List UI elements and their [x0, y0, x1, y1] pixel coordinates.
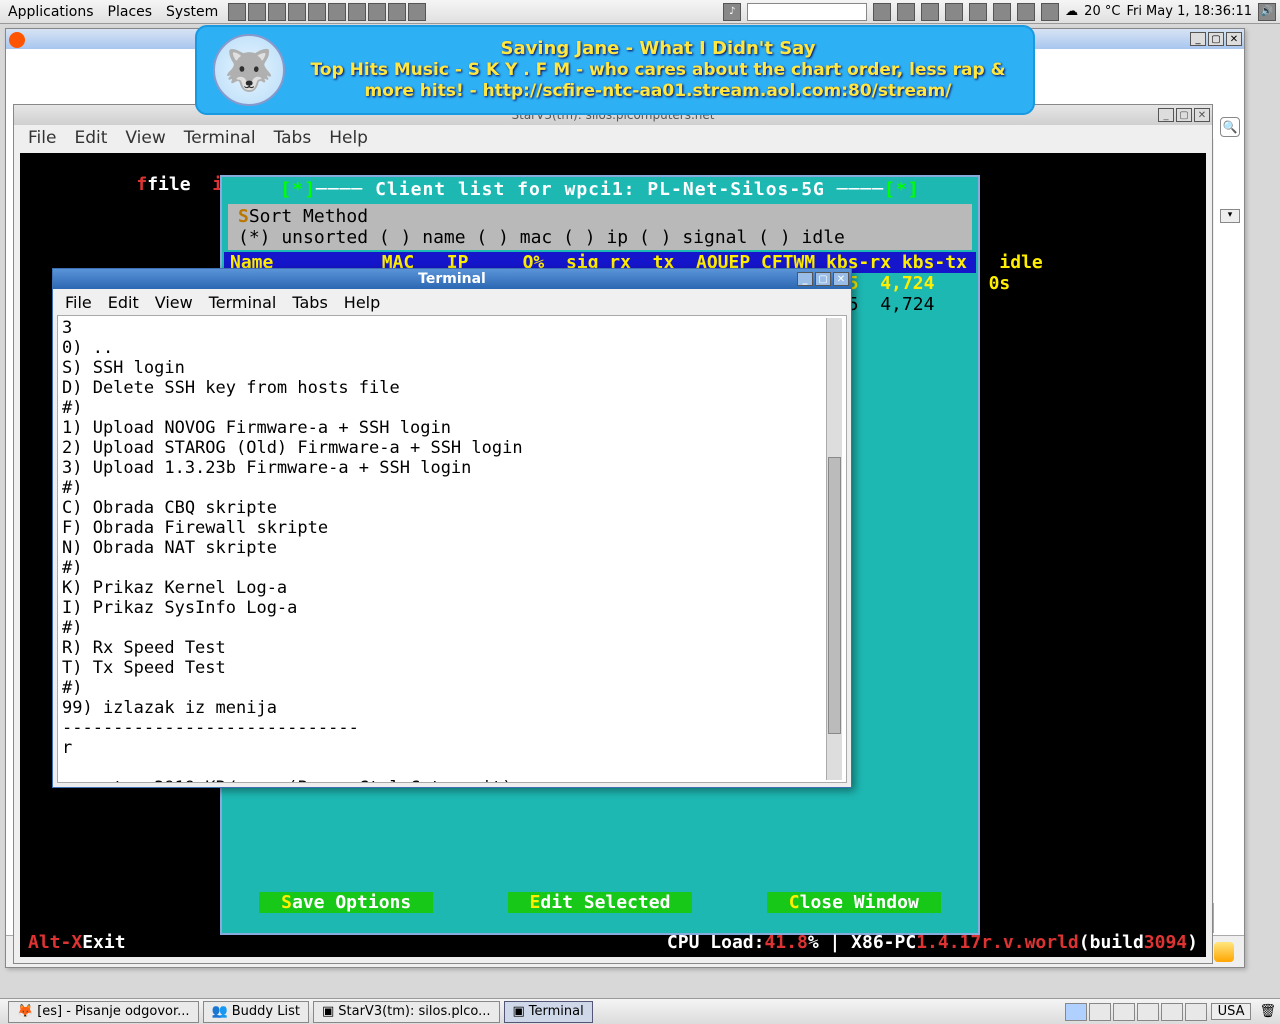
- launcher-icon[interactable]: [288, 3, 306, 21]
- firefox-icon: [9, 32, 25, 48]
- music-notification: 🐺 Saving Jane - What I Didn't Say Top Hi…: [195, 25, 1035, 115]
- scrollbar-thumb[interactable]: [828, 457, 841, 734]
- workspace[interactable]: [1161, 1003, 1183, 1021]
- menu-view[interactable]: View: [155, 293, 193, 312]
- top-panel: Applications Places System ♪ ☁20 °C Fri …: [0, 0, 1280, 24]
- bottom-panel: 🦊[es] - Pisanje odgovor... 👥Buddy List ▣…: [0, 998, 1280, 1024]
- launcher-icon[interactable]: [388, 3, 406, 21]
- tray-icon[interactable]: [897, 3, 915, 21]
- temperature: 20 °C: [1084, 4, 1120, 19]
- launcher-icon[interactable]: [248, 3, 266, 21]
- launcher-icon[interactable]: [308, 3, 326, 21]
- workspace[interactable]: [1065, 1003, 1087, 1021]
- clock[interactable]: Fri May 1, 18:36:11: [1126, 4, 1252, 19]
- workspace[interactable]: [1185, 1003, 1207, 1021]
- minimize-button[interactable]: _: [1158, 108, 1174, 122]
- terminal-body[interactable]: 3 0) .. S) SSH login D) Delete SSH key f…: [57, 315, 847, 783]
- tray-icon[interactable]: [921, 3, 939, 21]
- tray-icon[interactable]: ♪: [723, 3, 741, 21]
- menu-view[interactable]: View: [125, 128, 165, 148]
- places-menu[interactable]: Places: [104, 4, 157, 20]
- menu-file[interactable]: File: [65, 293, 92, 312]
- terminal-title: Terminal: [418, 271, 486, 287]
- menu-terminal[interactable]: Terminal: [184, 128, 256, 148]
- trash-icon[interactable]: 🗑: [1259, 1004, 1276, 1019]
- menu-tabs[interactable]: Tabs: [274, 128, 312, 148]
- sort-method-box[interactable]: SSort Method (*) unsorted ( ) name ( ) m…: [228, 204, 972, 250]
- maximize-button[interactable]: ▢: [1176, 108, 1192, 122]
- tray-icon[interactable]: [945, 3, 963, 21]
- tray-icon[interactable]: [1017, 3, 1035, 21]
- zoom-icon[interactable]: 🔍: [1220, 117, 1240, 137]
- launcher-icon[interactable]: [368, 3, 386, 21]
- menu-edit[interactable]: Edit: [108, 293, 139, 312]
- menu-tabs[interactable]: Tabs: [292, 293, 327, 312]
- menu-file[interactable]: File: [28, 128, 56, 148]
- launcher-icon[interactable]: [408, 3, 426, 21]
- task-starv3[interactable]: ▣StarV3(tm): silos.plco...: [313, 1001, 500, 1023]
- launcher-icon[interactable]: [228, 3, 246, 21]
- terminal-output: 3 0) .. S) SSH login D) Delete SSH key f…: [62, 318, 523, 780]
- weather-icon[interactable]: [1214, 942, 1234, 962]
- client-list-title: Client list for wpci1: PL-Net-Silos-5G: [375, 179, 825, 200]
- task-firefox[interactable]: 🦊[es] - Pisanje odgovor...: [8, 1001, 199, 1023]
- system-menu[interactable]: System: [162, 4, 222, 20]
- workspace[interactable]: [1137, 1003, 1159, 1021]
- song-station: Top Hits Music - S K Y . F M - who cares…: [299, 60, 1017, 103]
- volume-icon[interactable]: 🔊: [1258, 3, 1276, 21]
- task-buddylist[interactable]: 👥Buddy List: [203, 1001, 309, 1023]
- tray-icon[interactable]: [969, 3, 987, 21]
- edit-selected-button[interactable]: Edit Selected: [508, 892, 693, 913]
- tray-icon[interactable]: [993, 3, 1011, 21]
- starv3-app-menu: File Edit View Terminal Tabs Help: [14, 125, 1212, 151]
- scrollbar[interactable]: [826, 318, 842, 780]
- minimize-button[interactable]: _: [1190, 32, 1206, 46]
- close-window-button[interactable]: Close Window: [767, 892, 941, 913]
- starv3-status: Alt-X Exit CPU Load: 41.8% | X86-PC 1.4.…: [28, 932, 1198, 953]
- launcher-icon[interactable]: [268, 3, 286, 21]
- amarok-icon: 🐺: [213, 34, 285, 106]
- terminal-titlebar[interactable]: Terminal _ ▢ ✕: [53, 269, 851, 289]
- menu-help[interactable]: Help: [329, 128, 368, 148]
- deskbar-search[interactable]: [747, 3, 867, 21]
- close-button[interactable]: ✕: [833, 272, 849, 286]
- song-title: Saving Jane - What I Didn't Say: [299, 38, 1017, 61]
- maximize-button[interactable]: ▢: [815, 272, 831, 286]
- menu-terminal[interactable]: Terminal: [209, 293, 277, 312]
- keyboard-indicator[interactable]: USA: [1211, 1003, 1252, 1020]
- launcher-icon[interactable]: [348, 3, 366, 21]
- close-button[interactable]: ✕: [1226, 32, 1242, 46]
- save-options-button[interactable]: Save Options: [259, 892, 433, 913]
- workspace-pager[interactable]: [1065, 1003, 1207, 1021]
- minimize-button[interactable]: _: [797, 272, 813, 286]
- terminal-menu: File Edit View Terminal Tabs Help: [53, 289, 851, 316]
- workspace[interactable]: [1113, 1003, 1135, 1021]
- menu-edit[interactable]: Edit: [74, 128, 107, 148]
- task-terminal[interactable]: ▣Terminal: [504, 1001, 593, 1023]
- close-button[interactable]: ✕: [1194, 108, 1210, 122]
- workspace[interactable]: [1089, 1003, 1111, 1021]
- applications-menu[interactable]: Applications: [4, 4, 98, 20]
- tray-icon[interactable]: [873, 3, 891, 21]
- toolbar-toggle[interactable]: ▾: [1220, 209, 1240, 223]
- launcher-icon[interactable]: [328, 3, 346, 21]
- launcher-icons: [228, 3, 426, 21]
- menu-help[interactable]: Help: [344, 293, 380, 312]
- tray-icon[interactable]: [1041, 3, 1059, 21]
- terminal-window: Terminal _ ▢ ✕ File Edit View Terminal T…: [52, 268, 852, 788]
- maximize-button[interactable]: ▢: [1208, 32, 1224, 46]
